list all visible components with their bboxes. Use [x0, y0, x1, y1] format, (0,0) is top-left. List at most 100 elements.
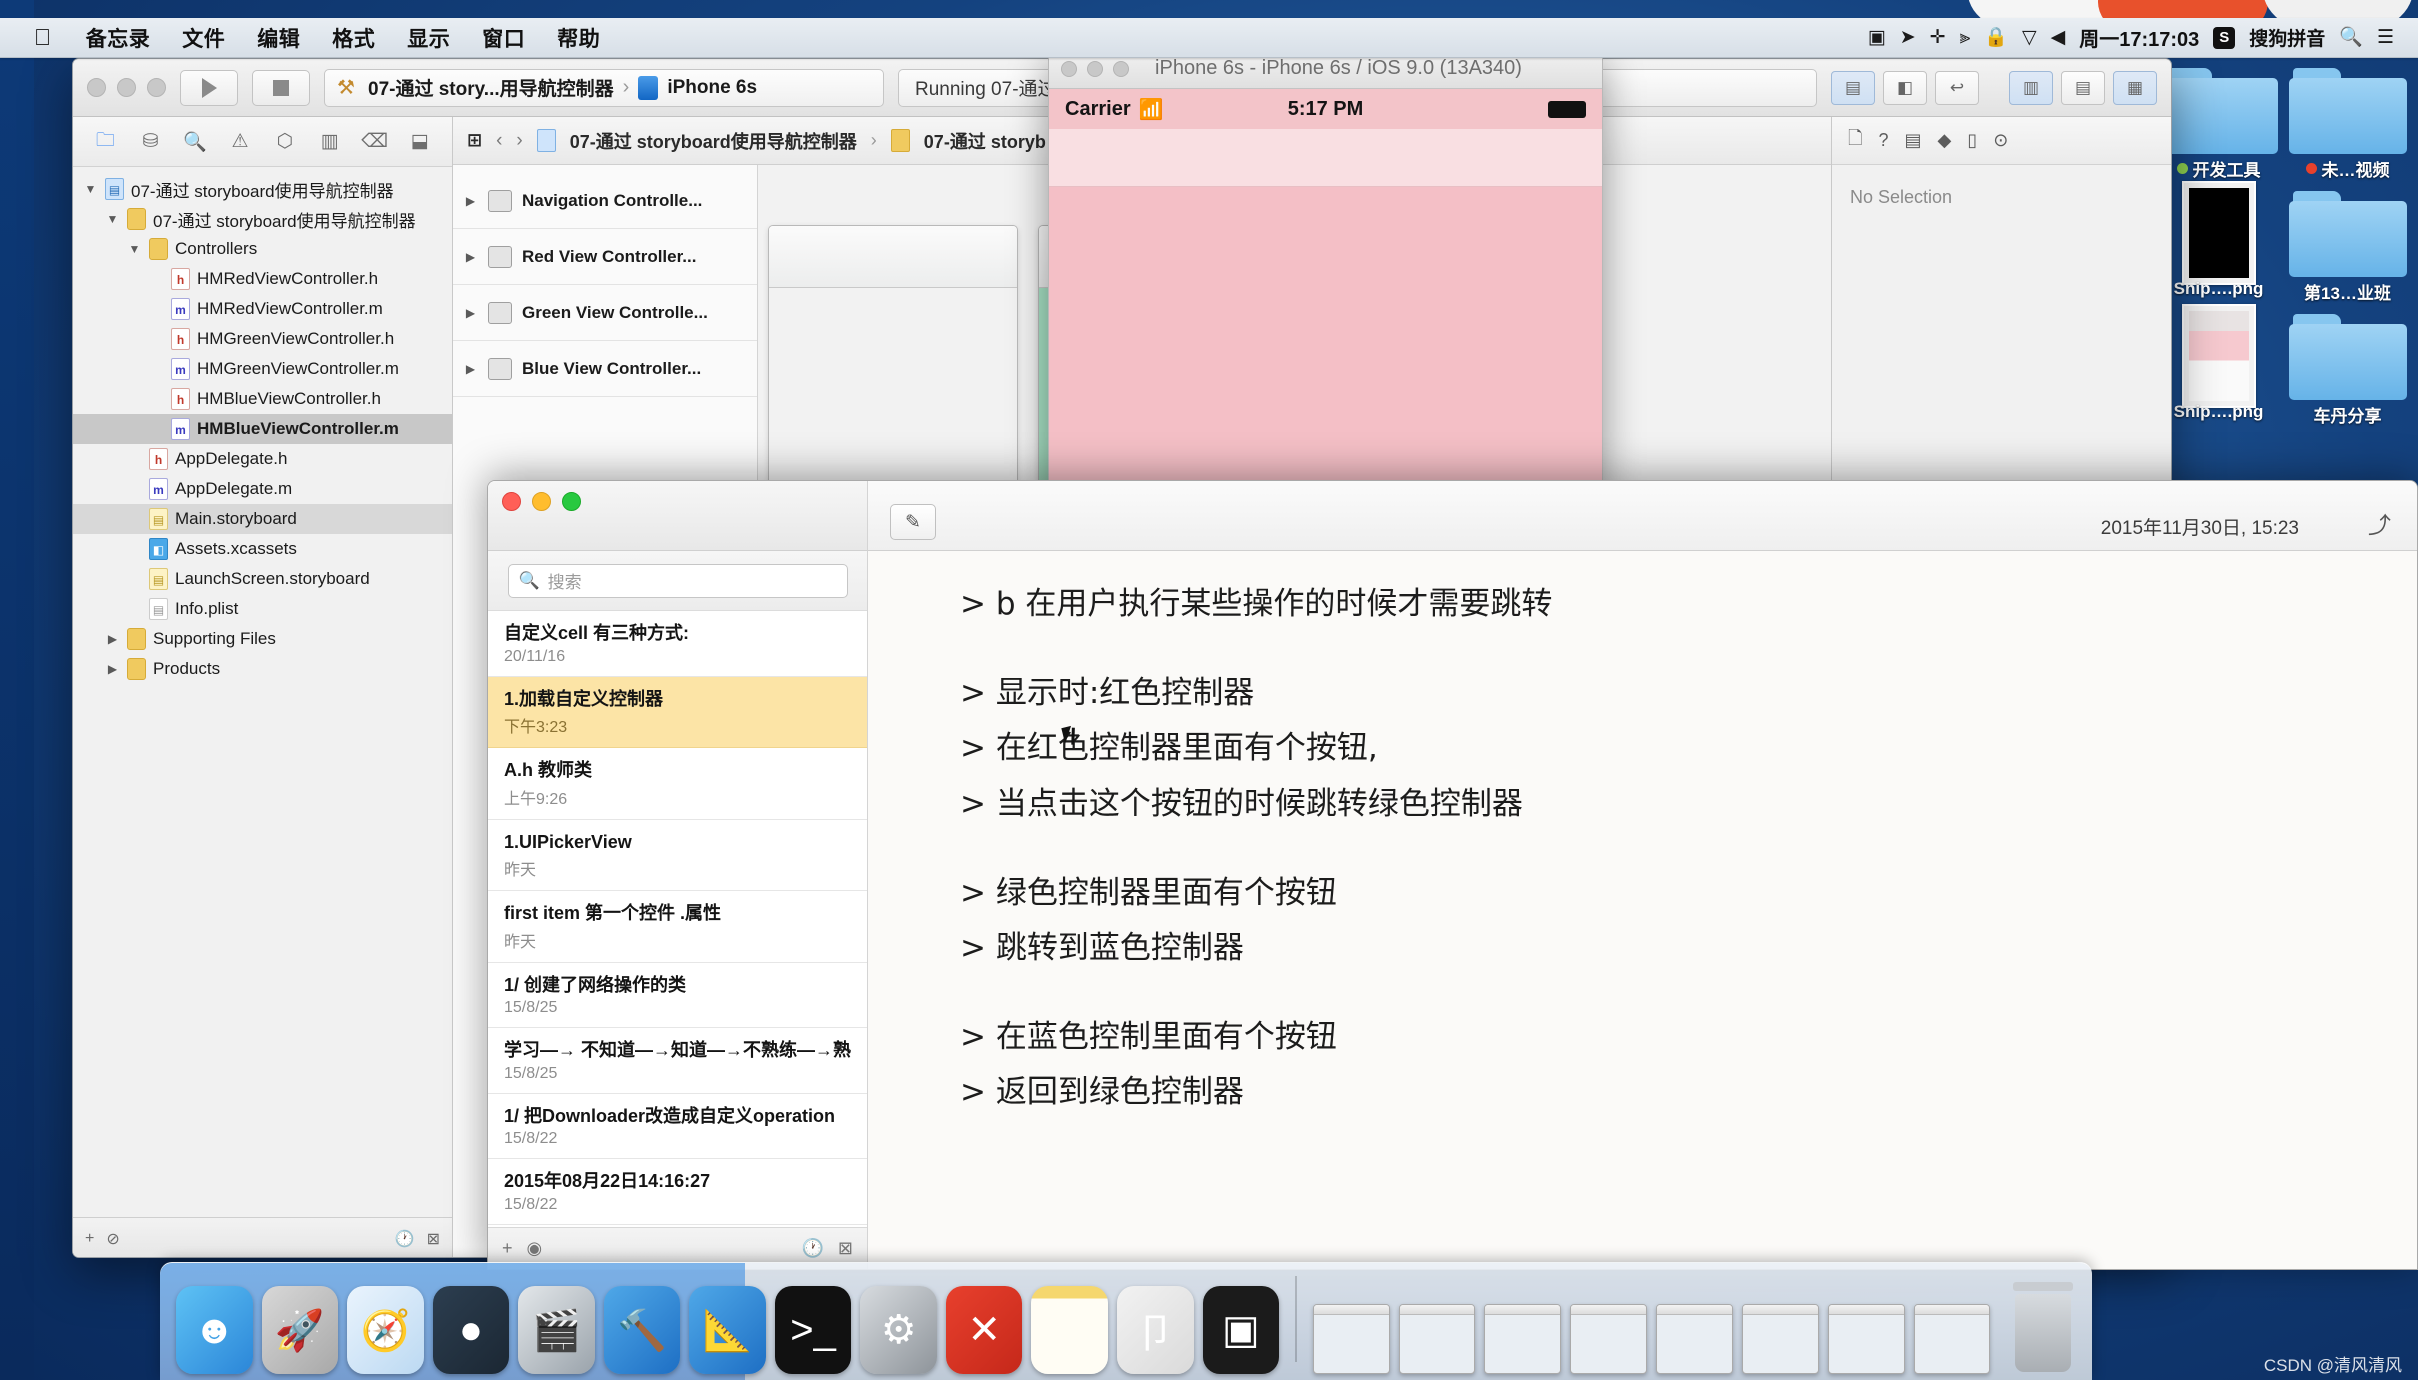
sound-wave-icon[interactable]: ⫸ — [1960, 28, 1971, 47]
breadcrumb-folder[interactable]: 07-通过 storyb — [924, 128, 1046, 154]
file-tree-row[interactable]: h HMBlueViewController.h — [73, 384, 452, 414]
disclosure-triangle-icon[interactable]: ▶ — [463, 194, 478, 208]
search-icon[interactable]: 🔍 — [2339, 28, 2363, 47]
note-list-item[interactable]: 1.UIPickerView 昨天 — [488, 820, 867, 891]
toggle-utilities-button[interactable]: ▦ — [2113, 70, 2157, 105]
add-item-icon[interactable]: + — [85, 1230, 94, 1248]
project-file-tree[interactable]: ▼ ▤ 07-通过 storyboard使用导航控制器 ▼ 07-通过 storyboa… — [73, 167, 452, 1217]
disclosure-triangle-icon[interactable]: ▶ — [105, 662, 120, 676]
clock-filter-icon[interactable]: 🕐 — [395, 1229, 415, 1249]
menu-item-edit[interactable]: 编辑 — [241, 23, 316, 53]
ime-label[interactable]: 搜狗拼音 — [2249, 24, 2325, 51]
menu-item-window[interactable]: 窗口 — [466, 23, 541, 53]
simulator-screen[interactable]: Carrier 📶 5:17 PM — [1049, 89, 1602, 487]
zoom-button[interactable] — [562, 492, 581, 511]
file-tree-row[interactable]: h AppDelegate.h — [73, 444, 452, 474]
launchpad-icon[interactable]: 🚀 — [261, 1286, 339, 1374]
menu-item-view[interactable]: 显示 — [391, 23, 466, 53]
file-tree-row[interactable]: ▤ LaunchScreen.storyboard — [73, 564, 452, 594]
desktop-icon[interactable]: 车丹分享 — [2287, 310, 2408, 427]
note-list-item[interactable]: 2015年08月22日14:16:27 15/8/22 — [488, 1159, 867, 1225]
dock-minimized-window[interactable] — [1913, 1304, 1991, 1374]
forward-button[interactable]: › — [516, 130, 522, 152]
xmind-icon[interactable]: ✕ — [945, 1286, 1023, 1374]
dock-minimized-window[interactable] — [1570, 1304, 1648, 1374]
dock-minimized-window[interactable] — [1741, 1304, 1819, 1374]
apple-menu-icon[interactable]:  — [28, 24, 70, 51]
share-icon[interactable]: ⤴ — [2368, 506, 2391, 540]
lock-note-icon[interactable]: ◉ — [527, 1238, 543, 1259]
disclosure-triangle-icon[interactable]: ▼ — [127, 242, 142, 256]
desktop-icon[interactable]: 开发工具 — [2158, 64, 2279, 181]
attributes-inspector-icon[interactable]: ◆ — [1938, 130, 1952, 151]
note-list-item[interactable]: A.h 教师类 上午9:26 — [488, 748, 867, 820]
disclosure-triangle-icon[interactable]: ▶ — [105, 632, 120, 646]
note-list-item[interactable]: first item 第一个控件 .属性 昨天 — [488, 891, 867, 963]
note-list-item[interactable]: 1.加载自定义控制器 下午3:23 — [488, 676, 867, 748]
file-tree-row[interactable]: ▶ Products — [73, 654, 452, 684]
minimize-button[interactable] — [1087, 60, 1103, 77]
menu-bar-clock[interactable]: 周一17:17:03 — [2079, 23, 2199, 52]
xcode-beta-icon[interactable]: 📐 — [689, 1286, 766, 1374]
close-button[interactable] — [1061, 60, 1077, 77]
dock-minimized-window[interactable] — [1312, 1304, 1390, 1374]
window-controls[interactable] — [87, 78, 166, 97]
outline-row[interactable]: ▶ Green View Controlle... — [453, 285, 757, 341]
note-list-item[interactable]: 自定义cell 有三种方式: 20/11/16 — [488, 611, 867, 677]
note-list-item[interactable]: 学习—→ 不知道—→知道—→不熟练—→熟… 15/8/25 — [488, 1028, 867, 1094]
search-input[interactable]: 🔍 搜索 — [507, 563, 848, 598]
keynote-icon[interactable]: 卩 — [1117, 1286, 1194, 1374]
notes-icon[interactable] — [1031, 1286, 1109, 1374]
safari-icon[interactable]: 🧭 — [347, 1286, 424, 1374]
note-editor[interactable]: > b 在用户执行某些操作的时候才需要跳转 > 显示时:红色控制器 > 在红色控制器… — [868, 551, 2417, 1269]
notes-window[interactable]: ✎ 2015年11月30日, 15:23 ⤴ 🔍 搜索 自定义cell 有三种方… — [487, 480, 2418, 1270]
xcode-icon[interactable]: 🔨 — [603, 1286, 681, 1374]
run-button[interactable] — [180, 69, 238, 106]
toggle-debug-button[interactable]: ▤ — [2061, 70, 2105, 105]
desktop-icon[interactable]: Snip….png — [2158, 304, 2279, 427]
disclosure-triangle-icon[interactable]: ▼ — [105, 212, 120, 226]
file-tree-row[interactable]: ▼ 07-通过 storyboard使用导航控制器 — [73, 204, 452, 234]
file-tree-row[interactable]: ▤ Info.plist — [73, 594, 452, 624]
note-list-item[interactable]: 1/ 创建了网络操作的类 15/8/25 — [488, 963, 867, 1028]
stop-button[interactable] — [252, 69, 310, 106]
size-inspector-icon[interactable]: ▯ — [1967, 130, 1977, 151]
symbol-navigator-icon[interactable]: ⛁ — [128, 130, 173, 153]
file-tree-row[interactable]: h HMRedViewController.h — [73, 264, 452, 294]
zoom-button[interactable] — [1113, 60, 1129, 77]
file-tree-row[interactable]: ▤ Main.storyboard — [73, 504, 452, 534]
lock-icon[interactable]: 🔒 — [1984, 28, 2008, 47]
quicktime-icon[interactable]: 🎬 — [518, 1286, 595, 1374]
disclosure-triangle-icon[interactable]: ▶ — [463, 362, 478, 376]
assistant-editor-button[interactable]: ◧ — [1883, 70, 1927, 105]
bluetooth-icon[interactable]: ✛ — [1930, 28, 1946, 47]
outline-row[interactable]: ▶ Navigation Controlle... — [453, 173, 757, 229]
zoom-button[interactable] — [147, 78, 166, 97]
trash-icon[interactable] — [1999, 1282, 2076, 1374]
clock-icon[interactable]: 🕐 — [801, 1238, 823, 1259]
desktop-icon[interactable]: Snip….png — [2158, 181, 2279, 304]
file-tree-row[interactable]: ▶ Supporting Files — [73, 624, 452, 654]
minimize-button[interactable] — [532, 492, 551, 511]
outline-row[interactable]: ▶ Blue View Controller... — [453, 341, 757, 397]
file-tree-row[interactable]: m HMGreenViewController.m — [73, 354, 452, 384]
version-editor-button[interactable]: ↩ — [1935, 70, 1979, 105]
file-inspector-icon[interactable]: 🗋 — [1848, 126, 1862, 156]
report-navigator-icon[interactable]: ⬓ — [397, 130, 442, 153]
screen-record-icon[interactable]: ▣ — [1868, 28, 1886, 47]
quick-help-icon[interactable]: ? — [1878, 130, 1888, 151]
breadcrumb-project[interactable]: 07-通过 storyboard使用导航控制器 — [570, 128, 857, 154]
menu-item-app[interactable]: 备忘录 — [70, 23, 167, 53]
identity-inspector-icon[interactable]: ▤ — [1905, 130, 1922, 151]
project-navigator-icon[interactable]: 🗀 — [83, 126, 128, 158]
outline-row[interactable]: ▶ Red View Controller... — [453, 229, 757, 285]
file-tree-row[interactable]: ▼ Controllers — [73, 234, 452, 264]
dropbox-icon[interactable]: ▽ — [2022, 28, 2037, 47]
connections-inspector-icon[interactable]: ⊙ — [1993, 130, 2008, 151]
menu-item-file[interactable]: 文件 — [166, 23, 241, 53]
test-navigator-icon[interactable]: ⬡ — [263, 130, 308, 153]
volume-icon[interactable]: ◀ — [2051, 28, 2066, 47]
issue-navigator-icon[interactable]: ⚠ — [218, 130, 263, 153]
notification-center-icon[interactable]: ☰ — [2377, 28, 2394, 47]
snapshot-app-icon[interactable]: ▣ — [1202, 1286, 1280, 1374]
